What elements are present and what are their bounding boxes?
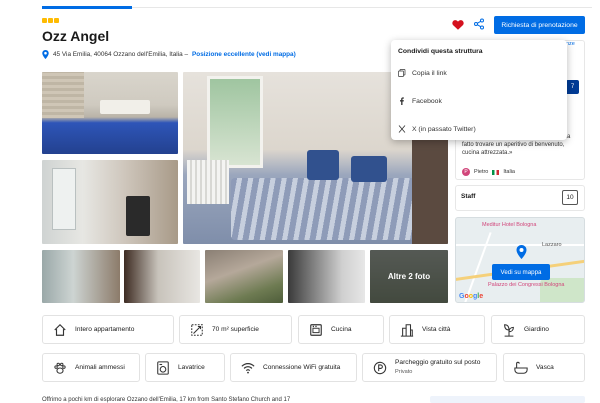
photo-town-view[interactable]	[205, 250, 283, 303]
avatar: P	[462, 168, 470, 176]
city-view-icon	[400, 323, 414, 337]
facility-washing-machine: Lavatrice	[145, 353, 225, 382]
map-place-label: Lazzaro	[542, 242, 562, 248]
x-twitter-label: X (in passato Twitter)	[412, 125, 476, 133]
facility-free-parking: Parcheggio gratuito sul posto Privato	[362, 353, 497, 382]
more-photos-label[interactable]: Altre 2 foto	[370, 250, 448, 303]
bathtub-icon	[514, 361, 528, 374]
copy-link-icon	[398, 69, 406, 77]
x-twitter-option[interactable]: X (in passato Twitter)	[398, 125, 476, 133]
parking-icon	[373, 361, 387, 374]
map-pin-icon	[42, 50, 49, 59]
copy-link-option[interactable]: Copia il link	[398, 69, 447, 77]
address-text: 45 Via Emilia, 40064 Ozzano dell'Emilia,…	[53, 51, 189, 58]
star-icon	[42, 18, 47, 23]
washing-machine-icon	[157, 360, 169, 375]
facility-pets-allowed: Animali ammessi	[42, 353, 140, 382]
photo-bedroom-single[interactable]	[42, 72, 178, 154]
star-icon	[48, 18, 53, 23]
facility-area: 70 m² superficie	[179, 315, 292, 344]
facility-city-view: Vista città	[389, 315, 485, 344]
pets-icon	[54, 362, 66, 374]
share-icon[interactable]	[473, 18, 485, 30]
photo-kitchen[interactable]	[42, 250, 120, 303]
facebook-option[interactable]: Facebook	[398, 97, 442, 105]
copy-link-label: Copia il link	[412, 69, 447, 77]
reviewer-country: Italia	[503, 169, 515, 175]
photo-room-desk[interactable]	[42, 160, 178, 244]
facebook-icon	[400, 97, 404, 105]
description-text: Offrimo a pochi km di esplorare Ozzano d…	[42, 397, 291, 403]
show-on-map-button[interactable]: Vedi su mappa	[492, 264, 550, 280]
photo-bathroom[interactable]	[124, 250, 200, 303]
facility-bathtub: Vasca	[503, 353, 585, 382]
map-poi-label: Palazzo dei Congressi Bologna	[488, 282, 565, 288]
heart-icon[interactable]	[452, 19, 464, 30]
facility-free-wifi: Connessione WiFi gratuita	[230, 353, 357, 382]
star-rating	[42, 18, 59, 23]
tab-divider	[132, 7, 592, 8]
facility-kitchen: Cucina	[298, 315, 384, 344]
share-popup-title: Condividi questa struttura	[398, 48, 483, 55]
staff-score: 10	[562, 190, 578, 205]
map-poi-label: Meditur Hotel Bologna	[482, 222, 537, 228]
reviewer-name: Pietro	[474, 169, 489, 175]
italy-flag-icon	[492, 169, 500, 175]
reservation-request-button[interactable]: Richiesta di prenotazione	[494, 16, 585, 34]
photo-kitchen-sink[interactable]	[288, 250, 365, 303]
kitchen-icon	[310, 323, 322, 336]
google-logo: Google	[459, 293, 484, 300]
photo-pillow	[351, 156, 387, 182]
photo-bed	[231, 178, 431, 240]
wifi-icon	[241, 362, 255, 374]
map-marker-icon	[516, 245, 527, 259]
facility-garden: Giardino	[491, 315, 585, 344]
review-score-badge: 7	[566, 80, 579, 94]
reviewer: P Pietro Italia	[462, 168, 515, 176]
staff-label: Staff	[461, 193, 476, 200]
map-preview[interactable]: Meditur Hotel Bologna Lazzaro Palazzo de…	[455, 217, 585, 303]
facility-entire-apartment: Intero appartamento	[42, 315, 174, 344]
photo-more[interactable]: Altre 2 foto	[370, 250, 448, 303]
garden-icon	[504, 323, 514, 337]
area-icon	[191, 323, 203, 336]
partial-link[interactable]: nze	[566, 41, 575, 47]
photo-pillow	[307, 150, 339, 180]
active-tab-indicator	[42, 6, 132, 9]
apartment-icon	[54, 323, 66, 336]
photo-window	[207, 76, 263, 168]
facebook-label: Facebook	[412, 97, 442, 105]
star-icon	[54, 18, 59, 23]
hotel-name: Ozz Angel	[42, 28, 110, 44]
address-row: 45 Via Emilia, 40064 Ozzano dell'Emilia,…	[42, 50, 296, 59]
x-icon	[398, 125, 406, 133]
photo-radiator	[187, 160, 229, 204]
photo-wardrobe	[412, 132, 448, 244]
side-panel-preview	[430, 396, 585, 403]
location-map-link[interactable]: Posizione eccellente (vedi mappa)	[192, 51, 296, 58]
